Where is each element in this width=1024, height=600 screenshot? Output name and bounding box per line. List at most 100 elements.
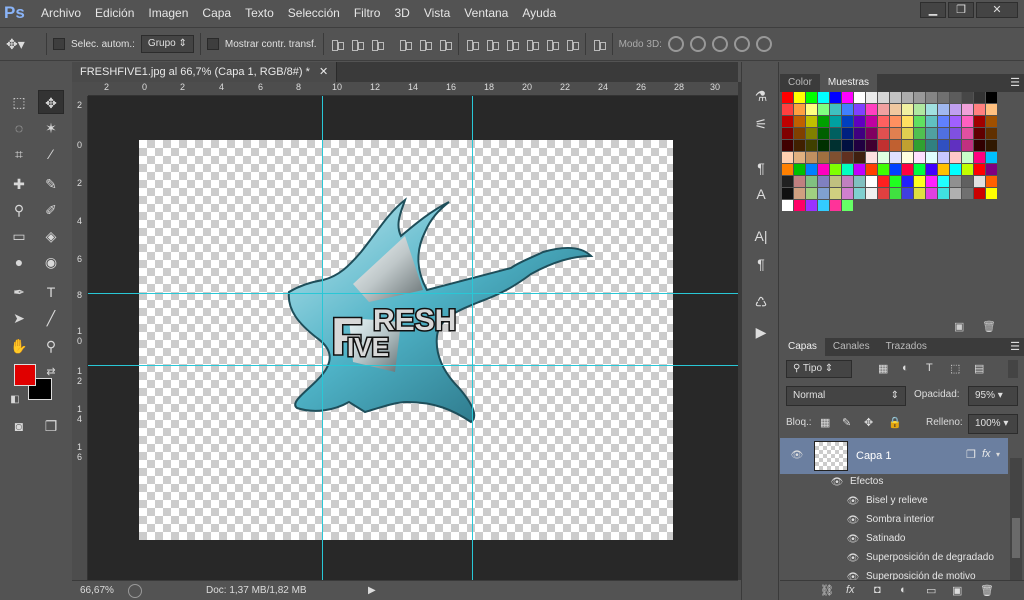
path-select-icon[interactable]: ➤ bbox=[6, 306, 32, 330]
effect-eye-icon[interactable]: 👁 bbox=[846, 535, 860, 545]
color-swatch[interactable] bbox=[782, 176, 793, 187]
distribute-vcenter-icon[interactable] bbox=[485, 37, 499, 51]
color-swatch[interactable] bbox=[830, 152, 841, 163]
color-swatch[interactable] bbox=[806, 200, 817, 211]
color-swatch[interactable] bbox=[866, 92, 877, 103]
menu-ventana[interactable]: Ventana bbox=[457, 0, 515, 26]
menu-3d[interactable]: 3D bbox=[387, 0, 416, 26]
color-swatch[interactable] bbox=[914, 92, 925, 103]
color-swatch[interactable] bbox=[818, 140, 829, 151]
color-swatch[interactable] bbox=[986, 104, 997, 115]
auto-select-checkbox[interactable] bbox=[53, 38, 65, 50]
paragraph-icon[interactable]: ¶ bbox=[751, 254, 771, 274]
scale-3d-icon[interactable] bbox=[755, 36, 772, 52]
color-swatch[interactable] bbox=[782, 152, 793, 163]
color-swatch[interactable] bbox=[794, 188, 805, 199]
type-tool-icon[interactable]: T bbox=[38, 280, 64, 304]
color-swatch[interactable] bbox=[854, 176, 865, 187]
color-swatch[interactable] bbox=[866, 176, 877, 187]
effect-satin[interactable]: Satinado bbox=[866, 533, 905, 544]
distribute-hcenter-icon[interactable] bbox=[545, 37, 559, 51]
color-swatch[interactable] bbox=[842, 200, 853, 211]
guide-horizontal[interactable] bbox=[88, 293, 738, 294]
move-tool-icon[interactable]: ✥ bbox=[38, 90, 64, 114]
lock-position-icon[interactable]: ✥ bbox=[864, 416, 873, 429]
color-swatch[interactable] bbox=[854, 188, 865, 199]
menu-imagen[interactable]: Imagen bbox=[141, 0, 195, 26]
color-swatch[interactable] bbox=[806, 164, 817, 175]
color-swatch[interactable] bbox=[926, 152, 937, 163]
color-swatch[interactable] bbox=[854, 92, 865, 103]
distribute-top-icon[interactable] bbox=[465, 37, 479, 51]
color-swatch[interactable] bbox=[986, 140, 997, 151]
color-swatch[interactable] bbox=[938, 116, 949, 127]
drag-3d-icon[interactable] bbox=[711, 36, 728, 52]
color-swatch[interactable] bbox=[866, 164, 877, 175]
color-swatch[interactable] bbox=[890, 188, 901, 199]
color-swatch[interactable] bbox=[962, 104, 973, 115]
color-swatch[interactable] bbox=[806, 140, 817, 151]
color-swatch[interactable] bbox=[878, 128, 889, 139]
panel-menu-icon[interactable]: ☰ bbox=[1010, 338, 1024, 356]
color-swatch[interactable] bbox=[902, 140, 913, 151]
quick-mask-icon[interactable]: ◙ bbox=[6, 414, 32, 438]
align-top-icon[interactable] bbox=[330, 37, 344, 51]
color-swatch[interactable] bbox=[818, 176, 829, 187]
guide-vertical[interactable] bbox=[322, 96, 323, 580]
color-swatch[interactable] bbox=[794, 140, 805, 151]
marquee-tool-icon[interactable]: ⬚ bbox=[6, 90, 32, 114]
color-swatch[interactable] bbox=[974, 188, 985, 199]
color-swatch[interactable] bbox=[986, 188, 997, 199]
rotate-3d-icon[interactable] bbox=[667, 36, 684, 52]
close-tab-icon[interactable]: ✕ bbox=[319, 66, 328, 78]
align-bottom-icon[interactable] bbox=[370, 37, 384, 51]
color-swatch[interactable] bbox=[962, 152, 973, 163]
color-swatch[interactable] bbox=[890, 128, 901, 139]
effect-eye-icon[interactable]: 👁 bbox=[846, 516, 860, 526]
line-tool-icon[interactable]: ╱ bbox=[38, 306, 64, 330]
status-arrow-icon[interactable]: ▶ bbox=[368, 581, 376, 600]
color-swatch[interactable] bbox=[866, 140, 877, 151]
color-swatch[interactable] bbox=[938, 92, 949, 103]
history-brush-icon[interactable]: ✐ bbox=[38, 198, 64, 222]
color-swatch[interactable] bbox=[878, 176, 889, 187]
new-group-icon[interactable]: ▭ bbox=[926, 584, 936, 597]
blur-tool-icon[interactable]: ● bbox=[6, 250, 32, 274]
add-mask-icon[interactable]: ◘ bbox=[874, 584, 881, 596]
color-swatch[interactable] bbox=[950, 188, 961, 199]
link-layers-icon[interactable]: ⛓ bbox=[820, 584, 834, 597]
color-swatch[interactable] bbox=[986, 116, 997, 127]
color-swatch[interactable] bbox=[878, 152, 889, 163]
menu-archivo[interactable]: Archivo bbox=[34, 0, 88, 26]
color-swatch[interactable] bbox=[842, 140, 853, 151]
delete-layer-icon[interactable]: 🗑 bbox=[980, 584, 994, 597]
color-swatch[interactable] bbox=[902, 116, 913, 127]
color-swatch[interactable] bbox=[926, 104, 937, 115]
color-swatch[interactable] bbox=[938, 176, 949, 187]
color-swatch[interactable] bbox=[914, 104, 925, 115]
color-swatch[interactable] bbox=[902, 176, 913, 187]
color-swatch[interactable] bbox=[794, 200, 805, 211]
color-swatch[interactable] bbox=[866, 104, 877, 115]
color-swatch[interactable] bbox=[782, 140, 793, 151]
magic-wand-icon[interactable]: ✶ bbox=[38, 116, 64, 140]
color-swatch[interactable] bbox=[878, 140, 889, 151]
screen-mode-icon[interactable]: ❐ bbox=[38, 414, 64, 438]
color-swatch[interactable] bbox=[950, 92, 961, 103]
color-swatch[interactable] bbox=[842, 104, 853, 115]
color-swatch[interactable] bbox=[782, 128, 793, 139]
color-swatch[interactable] bbox=[806, 92, 817, 103]
color-swatch[interactable] bbox=[926, 116, 937, 127]
document-canvas[interactable]: F RESH IVE bbox=[139, 140, 673, 540]
effect-pattern-overlay[interactable]: Superposición de motivo bbox=[866, 571, 976, 580]
menu-filtro[interactable]: Filtro bbox=[347, 0, 388, 26]
color-swatch[interactable] bbox=[914, 140, 925, 151]
color-swatch[interactable] bbox=[818, 104, 829, 115]
effect-eye-icon[interactable]: 👁 bbox=[846, 554, 860, 564]
color-swatch[interactable] bbox=[926, 164, 937, 175]
color-swatch[interactable] bbox=[950, 116, 961, 127]
zoom-level[interactable]: 66,67% bbox=[80, 581, 114, 600]
color-swatch[interactable] bbox=[950, 104, 961, 115]
color-swatch[interactable] bbox=[890, 140, 901, 151]
clone-stamp-icon[interactable]: ⚲ bbox=[6, 198, 32, 222]
